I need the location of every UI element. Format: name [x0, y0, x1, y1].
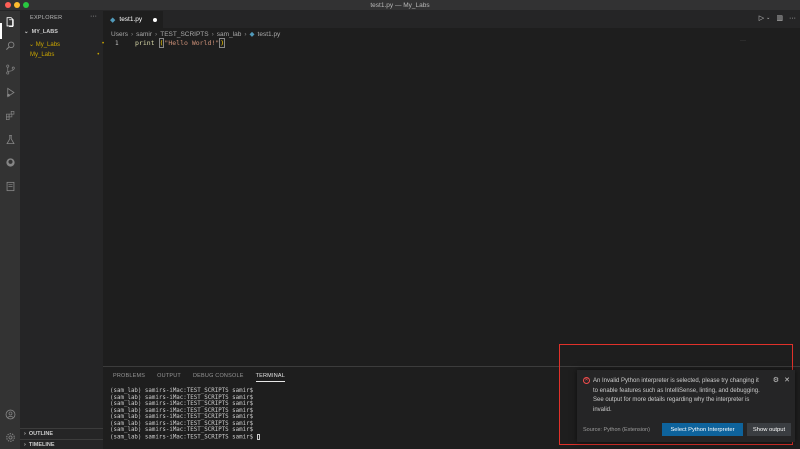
terminal-line: (sam_lab) samirs-iMac:TEST_SCRIPTS samir… [110, 427, 254, 433]
account-icon[interactable] [3, 407, 17, 421]
modified-badge: • [97, 52, 100, 58]
breadcrumb-item[interactable]: Users [111, 31, 128, 38]
folder-item[interactable]: My_Labs • [30, 52, 99, 58]
chevron-right-icon: › [130, 30, 134, 38]
search-icon[interactable] [3, 38, 17, 52]
split-editor-icon[interactable]: ▥ [776, 14, 783, 22]
notification-message: An Invalid Python interpreter is selecte… [593, 378, 760, 413]
code-editor[interactable]: 1 print ("Hello World!") [103, 38, 800, 365]
folder-item[interactable]: ⌄ My_Labs • [29, 41, 104, 48]
github-icon[interactable] [3, 155, 17, 169]
chevron-right-icon: › [24, 431, 26, 437]
notification-source: Source: Python (Extension) [583, 427, 650, 433]
chevron-down-icon: ⌄ [29, 42, 35, 48]
run-python-file-button[interactable]: ▷ ⌄ [759, 14, 771, 22]
maximize-window-button[interactable] [23, 2, 29, 8]
source-control-icon[interactable] [3, 62, 17, 76]
close-icon[interactable]: ✕ [784, 376, 790, 384]
active-indicator [0, 23, 2, 39]
code-line[interactable]: print ("Hello World!") [135, 38, 226, 48]
more-actions-icon[interactable]: ··· [789, 15, 796, 22]
folder-label: My_Labs [35, 42, 61, 48]
more-actions-icon[interactable]: ··· [90, 13, 97, 20]
breadcrumb-item[interactable]: TEST_SCRIPTS [160, 31, 208, 38]
divider [20, 428, 103, 429]
breadcrumb: Users › samir › TEST_SCRIPTS › sam_lab ›… [111, 30, 281, 39]
minimize-window-button[interactable] [14, 2, 20, 8]
tab-debug-console[interactable]: DEBUG CONSOLE [193, 373, 244, 382]
activity-bar [0, 11, 20, 449]
timeline-section[interactable]: › TIMELINE [24, 442, 55, 448]
terminal-cursor [256, 433, 260, 440]
terminal-line: (sam_lab) samirs-iMac:TEST_SCRIPTS samir… [110, 433, 260, 441]
timeline-label: TIMELINE [28, 442, 55, 448]
select-python-interpreter-button[interactable]: Select Python Interpreter [662, 423, 743, 436]
outline-label: OUTLINE [28, 431, 53, 437]
folder-label: My_Labs [30, 52, 55, 58]
workspace-title: MY_LABS [31, 29, 58, 35]
breadcrumb-item[interactable]: sam_lab [217, 31, 242, 38]
manage-gear-icon[interactable] [3, 430, 17, 444]
code-paren-close: ) [219, 38, 226, 48]
explorer-icon[interactable] [3, 15, 17, 29]
editor-actions: ▷ ⌄ ▥ ··· [759, 14, 796, 23]
divider [20, 439, 103, 440]
outline-section[interactable]: › OUTLINE [24, 431, 53, 437]
python-file-icon: ◆ [249, 31, 255, 38]
tab-problems[interactable]: PROBLEMS [113, 373, 145, 382]
gear-icon[interactable]: ⚙ [773, 376, 779, 384]
window-controls [5, 2, 29, 8]
chevron-down-icon: ⌄ [766, 15, 771, 21]
panel-tabs: PROBLEMS OUTPUT DEBUG CONSOLE TERMINAL [113, 373, 285, 382]
chevron-right-icon: › [24, 442, 26, 448]
tab-terminal[interactable]: TERMINAL [255, 373, 285, 382]
notebook-icon[interactable] [3, 179, 17, 193]
tab-output[interactable]: OUTPUT [157, 373, 181, 382]
extensions-icon[interactable] [3, 108, 17, 122]
explorer-sidebar: EXPLORER ··· ⌄ MY_LABS ⌄ My_Labs • My_La… [20, 11, 104, 449]
play-icon: ▷ [758, 15, 765, 22]
testing-icon[interactable] [3, 132, 17, 146]
show-output-button[interactable]: Show output [747, 423, 791, 436]
chevron-right-icon: › [155, 30, 158, 38]
title-bar: test1.py — My_Labs [0, 0, 800, 11]
breadcrumb-item[interactable]: test1.py [258, 31, 281, 38]
tab-label: test1.py [119, 16, 143, 23]
line-number: 1 [115, 40, 119, 47]
explorer-header: EXPLORER [30, 15, 63, 21]
chevron-right-icon: › [211, 30, 214, 38]
terminal-output[interactable]: (sam_lab) samirs-iMac:TEST_SCRIPTS samir… [110, 388, 260, 441]
code-keyword: print [135, 39, 155, 47]
python-file-icon: ◆ [110, 16, 116, 24]
breadcrumb-item[interactable]: samir [136, 31, 152, 38]
window-title: test1.py — My_Labs [370, 1, 430, 9]
editor-tab-bar: ◆ test1.py ▷ ⌄ ▥ ··· [103, 11, 800, 28]
more-actions-icon[interactable]: ··· [740, 38, 746, 44]
chevron-right-icon: › [244, 30, 247, 38]
code-string: "Hello World!" [164, 39, 220, 47]
workspace-section[interactable]: ⌄ MY_LABS [24, 29, 58, 35]
notification-toast: ✕ An Invalid Python interpreter is selec… [577, 370, 795, 442]
unsaved-dot-icon[interactable] [153, 17, 157, 22]
tab-test1-py[interactable]: ◆ test1.py [103, 11, 163, 28]
chevron-down-icon: ⌄ [24, 29, 29, 35]
close-window-button[interactable] [5, 2, 11, 8]
error-icon: ✕ [583, 377, 590, 384]
run-debug-icon[interactable] [3, 85, 17, 99]
